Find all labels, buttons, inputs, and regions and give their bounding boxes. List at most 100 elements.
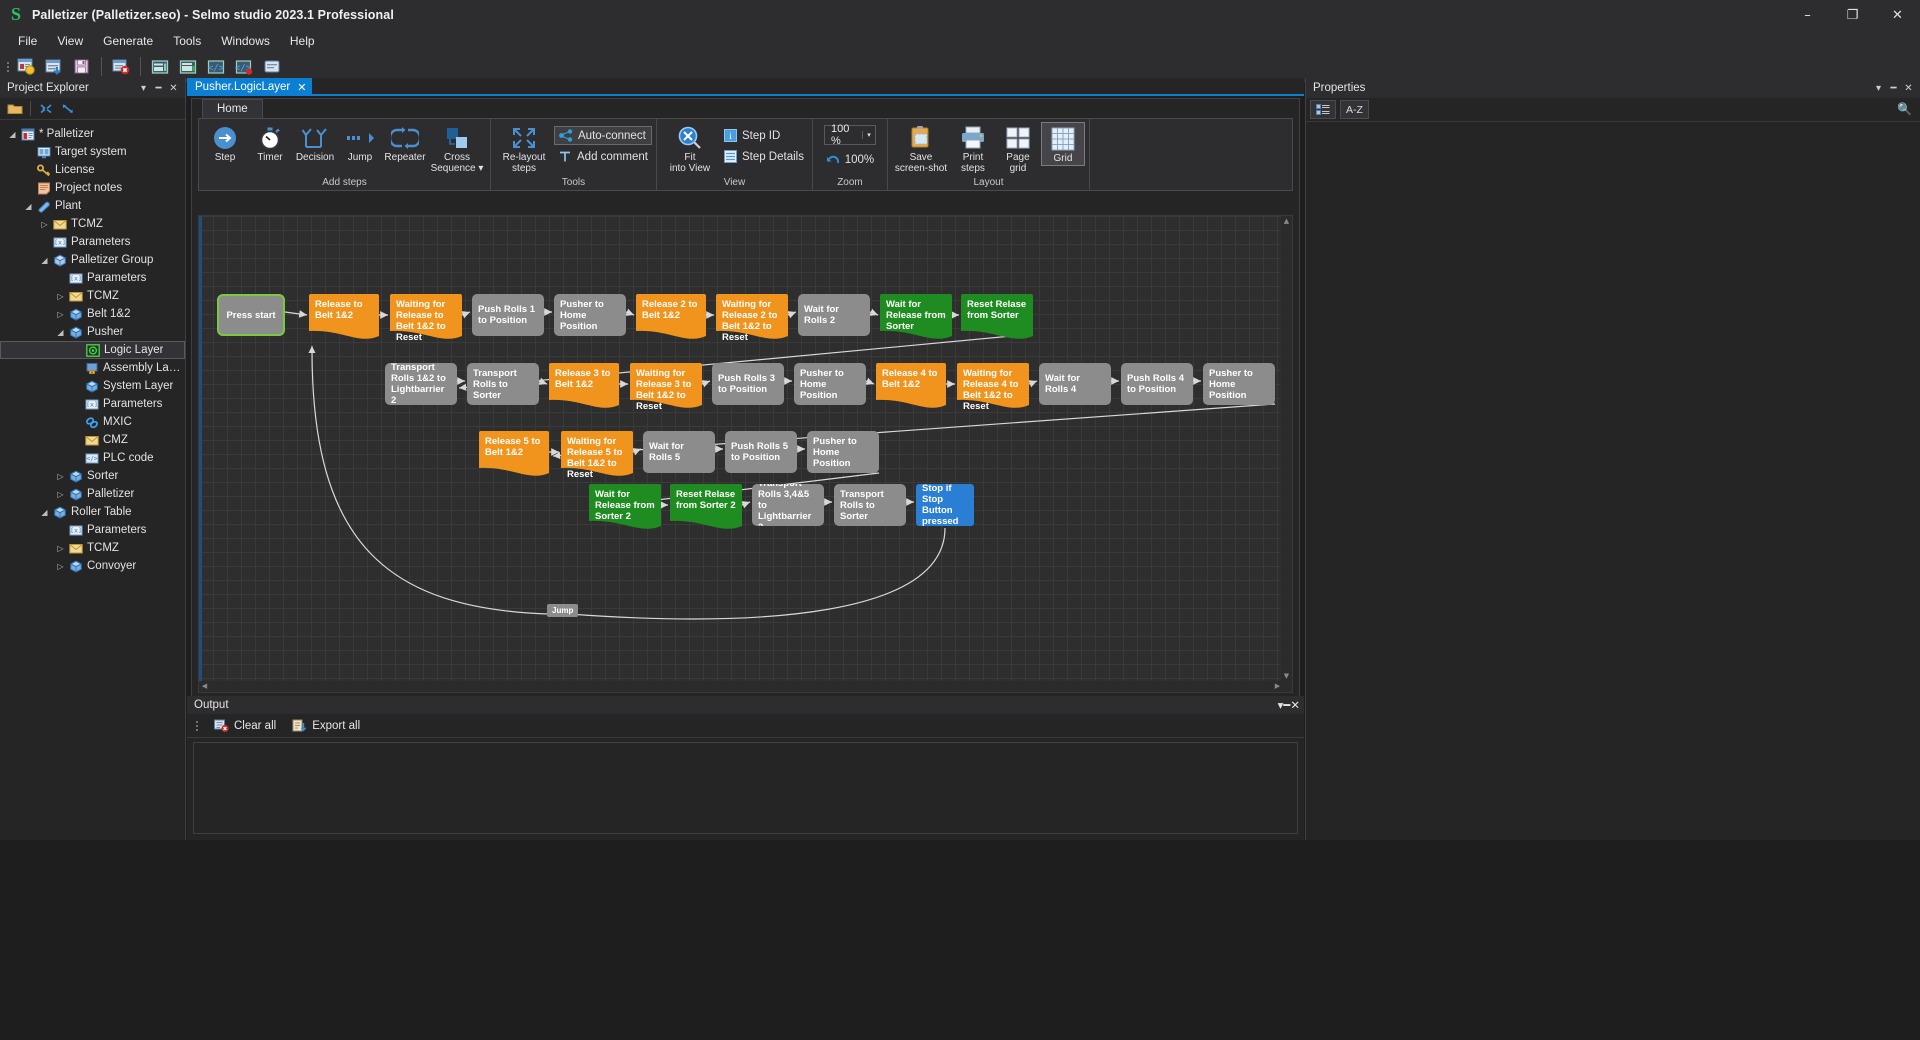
- properties-menu-chevron-icon[interactable]: ▾: [1871, 83, 1886, 94]
- flow-node[interactable]: Waiting for Release 2 to Belt 1&2 to Res…: [716, 294, 788, 342]
- window-layout-green-icon[interactable]: [175, 55, 201, 79]
- zoom-reset-button[interactable]: 100%: [822, 150, 878, 169]
- output-toolbar-grip[interactable]: [193, 716, 201, 736]
- minimize-button[interactable]: –: [1785, 0, 1830, 30]
- expand-arrow-right-icon[interactable]: ▷: [54, 472, 67, 481]
- tree-item-parameters[interactable]: [x]Parameters: [0, 233, 185, 251]
- add-decision-button[interactable]: Decision: [293, 122, 337, 164]
- comment-icon[interactable]: [259, 55, 285, 79]
- flow-node[interactable]: Release 3 to Belt 1&2: [549, 363, 619, 411]
- tree-item-license[interactable]: License: [0, 161, 185, 179]
- maximize-button[interactable]: ❐: [1830, 0, 1875, 30]
- print-steps-button[interactable]: Print steps: [951, 122, 995, 174]
- categorize-button[interactable]: [1310, 100, 1336, 119]
- tree-item-parameters[interactable]: [x]Parameters: [0, 521, 185, 539]
- tree-item-tcmz[interactable]: ▷TCMZ: [0, 539, 185, 557]
- tree-item-convoyer[interactable]: ▷Convoyer: [0, 557, 185, 575]
- open-project-icon[interactable]: [41, 55, 67, 79]
- tree-item-logic-layer[interactable]: Logic Layer: [0, 341, 185, 359]
- window-layout-icon[interactable]: [147, 55, 173, 79]
- output-log-area[interactable]: [193, 742, 1298, 834]
- folder-icon[interactable]: [4, 99, 26, 119]
- collapse-all-icon[interactable]: [35, 99, 57, 119]
- flow-node[interactable]: Stop if Stop Button pressed: [916, 484, 974, 526]
- flow-node[interactable]: Wait for Rolls 4: [1039, 363, 1111, 405]
- flow-node[interactable]: Pusher to Home Position: [554, 294, 626, 336]
- expand-arrow-down-icon[interactable]: ◢: [6, 130, 19, 139]
- tree-item-palletizer-group[interactable]: ◢Palletizer Group: [0, 251, 185, 269]
- jump-marker[interactable]: Jump: [547, 604, 578, 617]
- tree-item-plc-code[interactable]: </>PLC code: [0, 449, 185, 467]
- output-pin-icon[interactable]: ━: [1283, 698, 1290, 712]
- tab-close-icon[interactable]: ✕: [297, 81, 306, 94]
- tree-item-roller-table[interactable]: ◢Roller Table: [0, 503, 185, 521]
- add-step-button[interactable]: Step: [203, 122, 247, 164]
- flow-node[interactable]: Transport Rolls 3,4&5 to Lightbarrier 2: [752, 484, 824, 526]
- expand-arrow-right-icon[interactable]: ▷: [38, 220, 51, 229]
- flow-node[interactable]: Pusher to Home Position: [1203, 363, 1275, 405]
- expand-arrow-down-icon[interactable]: ◢: [54, 328, 67, 337]
- tree-item-tcmz[interactable]: ▷TCMZ: [0, 215, 185, 233]
- add-timer-button[interactable]: Timer: [248, 122, 292, 164]
- step-details-toggle[interactable]: Step Details: [720, 147, 808, 166]
- save-icon[interactable]: [69, 55, 95, 79]
- toolbar-grip[interactable]: [4, 57, 12, 77]
- flow-node[interactable]: Press start: [217, 294, 285, 336]
- add-comment-toggle[interactable]: Add comment: [554, 147, 652, 166]
- expand-arrow-right-icon[interactable]: ▷: [54, 544, 67, 553]
- properties-search-field[interactable]: 🔍: [1373, 100, 1916, 119]
- menu-file[interactable]: File: [8, 31, 47, 51]
- flow-node[interactable]: Reset Relase from Sorter 2: [670, 484, 742, 532]
- scroll-left-icon[interactable]: ◀: [199, 681, 210, 692]
- ribbon-tab-home[interactable]: Home: [202, 99, 263, 118]
- sort-az-button[interactable]: A-Z: [1340, 100, 1369, 119]
- flow-node[interactable]: Waiting for Release 3 to Belt 1&2 to Res…: [630, 363, 702, 411]
- flow-node[interactable]: Wait for Release from Sorter: [880, 294, 952, 342]
- step-id-toggle[interactable]: i Step ID: [720, 126, 808, 145]
- flow-node[interactable]: Waiting for Release to Belt 1&2 to Reset: [390, 294, 462, 342]
- save-screenshot-button[interactable]: Save screen-shot: [892, 122, 950, 174]
- flow-node[interactable]: Transport Rolls 1&2 to Lightbarrier 2: [385, 363, 457, 405]
- flow-node[interactable]: Push Rolls 1 to Position: [472, 294, 544, 336]
- expand-arrow-right-icon[interactable]: ▷: [54, 292, 67, 301]
- flow-node[interactable]: Push Rolls 5 to Position: [725, 431, 797, 473]
- close-button[interactable]: ✕: [1875, 0, 1920, 30]
- flow-node[interactable]: Release 2 to Belt 1&2: [636, 294, 706, 342]
- menu-view[interactable]: View: [47, 31, 93, 51]
- export-all-button[interactable]: Export all: [289, 717, 363, 735]
- scroll-up-icon[interactable]: ▲: [1281, 216, 1292, 227]
- expand-arrow-right-icon[interactable]: ▷: [54, 490, 67, 499]
- expand-arrow-down-icon[interactable]: ◢: [38, 256, 51, 265]
- auto-connect-toggle[interactable]: Auto-connect: [554, 126, 652, 145]
- project-tree[interactable]: ◢* PalletizerTarget systemLicenseProject…: [0, 120, 185, 575]
- output-close-icon[interactable]: ✕: [1290, 698, 1300, 712]
- page-grid-button[interactable]: Page grid: [996, 122, 1040, 174]
- menu-help[interactable]: Help: [280, 31, 325, 51]
- grid-toggle-button[interactable]: Grid: [1041, 122, 1085, 166]
- flowchart-canvas[interactable]: Press startRelease to Belt 1&2Waiting fo…: [198, 215, 1293, 693]
- fit-into-view-button[interactable]: Fit into View: [661, 122, 719, 174]
- flow-node[interactable]: Wait for Rolls 2: [798, 294, 870, 336]
- tree-item-sorter[interactable]: ▷Sorter: [0, 467, 185, 485]
- tree-item-assembly-layer[interactable]: Assembly Layer: [0, 359, 185, 377]
- project-explorer-menu-chevron-icon[interactable]: ▾: [136, 83, 151, 94]
- canvas-horizontal-scrollbar[interactable]: ◀ ▶: [199, 681, 1283, 692]
- flow-node[interactable]: Release to Belt 1&2: [309, 294, 379, 342]
- add-cross-sequence-button[interactable]: Cross Sequence ▾: [428, 122, 486, 174]
- search-icon[interactable]: 🔍: [1897, 102, 1912, 116]
- add-jump-button[interactable]: Jump: [338, 122, 382, 164]
- flow-node[interactable]: Release 4 to Belt 1&2: [876, 363, 946, 411]
- flow-node[interactable]: Reset Relase from Sorter: [961, 294, 1033, 342]
- flow-node[interactable]: Pusher to Home Position: [794, 363, 866, 405]
- expand-arrow-down-icon[interactable]: ◢: [22, 202, 35, 211]
- tree-item-palletizer[interactable]: ◢* Palletizer: [0, 125, 185, 143]
- tree-item-system-layer[interactable]: System Layer: [0, 377, 185, 395]
- menu-tools[interactable]: Tools: [163, 31, 211, 51]
- code-view-icon[interactable]: </>: [203, 55, 229, 79]
- flow-node[interactable]: Transport Rolls to Sorter: [467, 363, 539, 405]
- flow-node[interactable]: Release 5 to Belt 1&2: [479, 431, 549, 479]
- properties-close-icon[interactable]: ✕: [1901, 83, 1916, 94]
- clear-all-button[interactable]: Clear all: [211, 717, 279, 735]
- relayout-steps-button[interactable]: Re-layout steps: [495, 122, 553, 174]
- new-project-icon[interactable]: [13, 55, 39, 79]
